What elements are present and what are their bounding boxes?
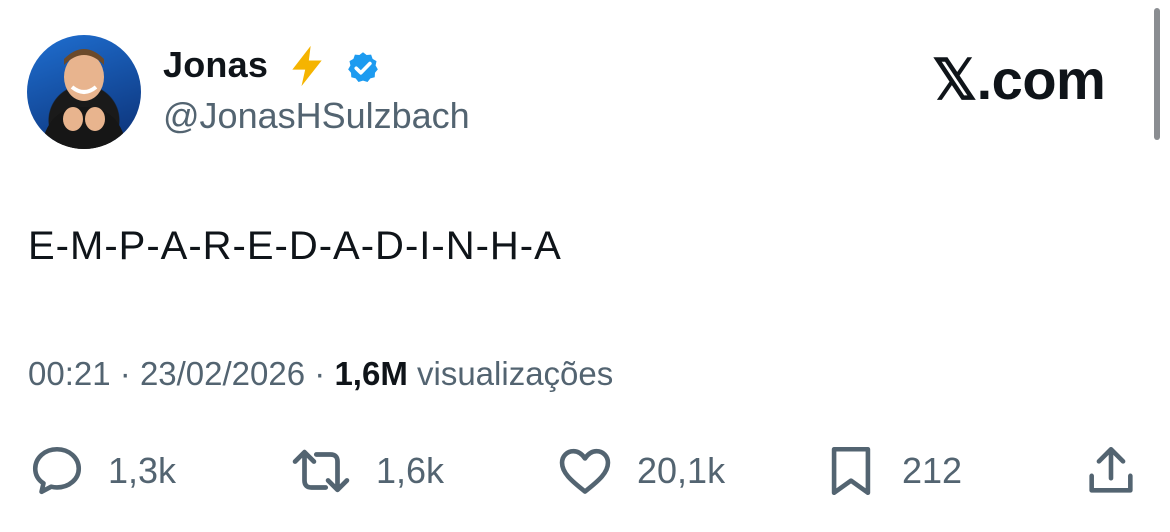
views-count: 1,6M [334,355,408,392]
bookmark-button[interactable]: 212 [822,441,962,501]
reply-icon [32,446,82,495]
share-button[interactable] [1082,441,1140,501]
author-name[interactable]: Jonas [163,44,268,86]
avatar[interactable] [27,35,141,149]
tweet-date[interactable]: 23/02/2026 [140,355,305,392]
share-icon [1089,446,1133,493]
retweet-count: 1,6k [376,450,445,491]
meta-separator: · [314,355,326,392]
reply-count: 1,3k [108,450,177,491]
tweet-meta: 00:21 · 23/02/2026 · 1,6M visualizações [28,355,613,393]
brand-logo: 𝕏.com [932,48,1106,111]
views-label: visualizações [417,355,614,392]
lightning-icon [292,45,322,87]
retweet-button[interactable]: 1,6k [288,441,444,501]
like-button[interactable]: 20,1k [555,441,725,501]
bookmark-count: 212 [902,450,963,491]
like-count: 20,1k [637,450,726,491]
author-handle[interactable]: @JonasHSulzbach [163,95,470,137]
meta-separator: · [119,355,131,392]
verified-badge-icon[interactable] [345,50,381,86]
tweet-text: E-M-P-A-R-E-D-A-D-I-N-H-A [28,224,562,268]
tweet-time[interactable]: 00:21 [28,355,111,392]
retweet-icon [292,449,350,493]
scrollbar[interactable] [1154,8,1160,140]
heart-icon [559,448,611,494]
bookmark-icon [831,446,871,496]
reply-button[interactable]: 1,3k [28,441,176,501]
